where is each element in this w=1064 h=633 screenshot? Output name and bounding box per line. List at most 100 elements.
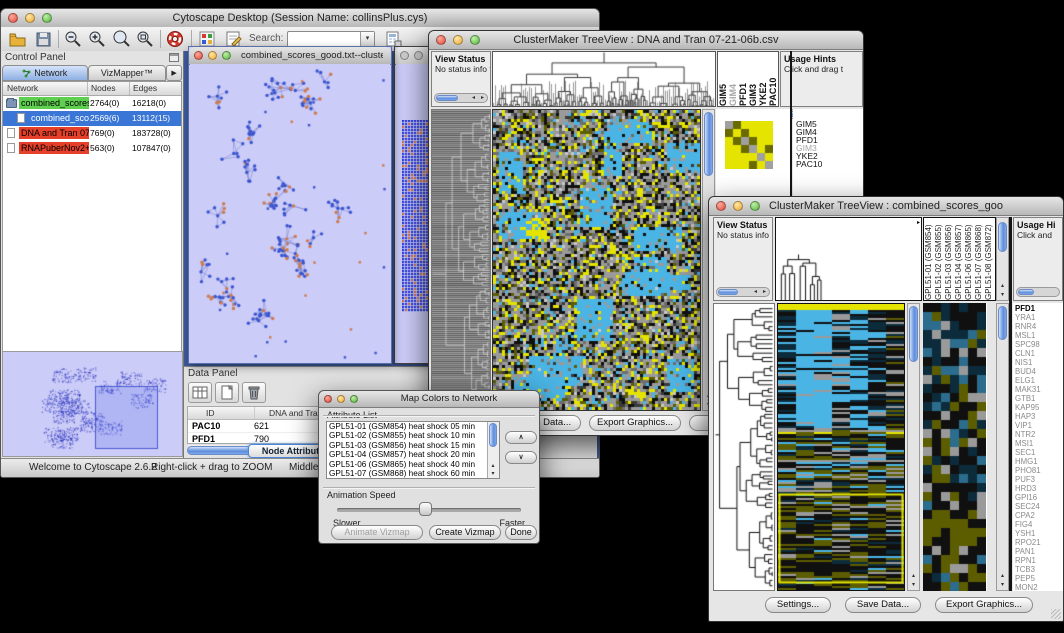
column-dendrogram-panel[interactable] [492, 51, 716, 107]
attribute-list-item[interactable]: GPL51-02 (GSM855) heat shock 10 min [327, 431, 499, 440]
scroll-left-icon[interactable] [751, 288, 760, 296]
scrollbar-thumb[interactable] [998, 306, 1007, 340]
heatmap-vscrollbar[interactable] [907, 303, 920, 591]
treeview1-button-2[interactable]: Export Graphics... [589, 415, 681, 431]
close-button[interactable] [436, 35, 446, 45]
column-labels-scrollbar[interactable] [996, 217, 1009, 301]
heatmap-panel[interactable] [777, 303, 905, 591]
create-vizmap-button[interactable]: Create Vizmap [429, 525, 501, 540]
view-status-scrollbar[interactable] [716, 287, 770, 297]
zoom-selected-button[interactable] [111, 29, 131, 49]
treeview2-button-1[interactable]: Save Data... [845, 597, 921, 613]
cytoscape-titlebar[interactable]: Cytoscape Desktop (Session Name: collins… [1, 9, 599, 28]
move-down-button[interactable]: ∨ [505, 451, 537, 464]
zoomed-heatmap-panel[interactable] [923, 303, 987, 591]
treeview2-button-2[interactable]: Export Graphics... [935, 597, 1033, 613]
help-button[interactable] [165, 29, 185, 49]
network-tree-row[interactable]: RNAPuberNov2+563(0)107847(0) [3, 141, 181, 156]
close-button[interactable] [194, 51, 203, 60]
minimize-button[interactable] [733, 201, 743, 211]
birdseye-view[interactable] [2, 351, 183, 457]
zoom-button[interactable] [350, 395, 358, 403]
zoom-button[interactable] [470, 35, 480, 45]
scroll-down-icon[interactable] [997, 581, 1008, 590]
minimize-button[interactable] [453, 35, 463, 45]
resize-grip[interactable] [1051, 609, 1061, 619]
scroll-down-icon[interactable] [997, 291, 1008, 300]
map-colors-titlebar[interactable]: Map Colors to Network [319, 391, 539, 408]
save-button[interactable] [33, 29, 53, 49]
usage-hints-scrollbar[interactable] [1016, 287, 1060, 297]
zoom-in-button[interactable] [87, 29, 107, 49]
network-canvas[interactable] [190, 64, 390, 362]
scrollbar-thumb[interactable] [909, 306, 918, 362]
heatmap-panel[interactable] [492, 109, 701, 411]
done-button[interactable]: Done [505, 525, 537, 540]
zoom-button[interactable] [750, 201, 760, 211]
minimize-button[interactable] [414, 51, 423, 60]
scroll-down-icon[interactable] [488, 470, 498, 478]
heatmap-canvas[interactable] [493, 110, 700, 410]
row-dendrogram-panel[interactable] [713, 303, 775, 591]
scrollbar-thumb[interactable] [718, 289, 738, 295]
animate-vizmap-button[interactable]: Animate Vizmap [331, 525, 423, 540]
scrollbar-thumb[interactable] [704, 112, 713, 176]
new-attribute-button[interactable] [215, 382, 239, 403]
treeview2-button-0[interactable]: Settings... [765, 597, 831, 613]
zoom-button[interactable] [42, 13, 52, 23]
zoom-button[interactable] [222, 51, 231, 60]
network-tree-row[interactable]: combined_scores2764(0)16218(0) [3, 96, 181, 111]
close-button[interactable] [400, 51, 409, 60]
row-dendrogram-canvas[interactable] [714, 304, 774, 590]
tab-overflow-button[interactable] [166, 65, 182, 81]
table-mode-button[interactable] [188, 382, 212, 403]
attribute-list-scrollbar[interactable] [487, 422, 499, 478]
minimize-button[interactable] [25, 13, 35, 23]
scrollbar-thumb[interactable] [1018, 289, 1034, 295]
attribute-list-item[interactable]: GPL51-07 (GSM868) heat shock 60 min [327, 469, 499, 478]
column-dendrogram-canvas[interactable] [776, 218, 921, 300]
move-up-button[interactable]: ∧ [505, 431, 537, 444]
scroll-down-icon[interactable] [908, 581, 919, 590]
combo-arrow-icon[interactable] [360, 32, 374, 47]
birdseye-canvas[interactable] [3, 352, 182, 456]
row-dendrogram-canvas[interactable] [432, 110, 490, 410]
network-canvas-area[interactable] [190, 64, 390, 362]
treeview1-titlebar[interactable]: ClusterMaker TreeView : DNA and Tran 07-… [429, 31, 863, 50]
scroll-up-icon[interactable] [488, 462, 498, 470]
delete-attribute-button[interactable] [242, 382, 266, 403]
network-window-titlebar[interactable]: combined_scores_good.txt--cluste... [189, 47, 391, 65]
scroll-right-icon[interactable] [917, 219, 920, 226]
scrollbar-thumb[interactable] [436, 95, 458, 101]
treeview2-titlebar[interactable]: ClusterMaker TreeView : combined_scores_… [709, 197, 1063, 216]
zoom-fit-button[interactable] [135, 29, 155, 49]
network-tree-row[interactable]: DNA and Tran 07769(0)183728(0) [3, 126, 181, 141]
attribute-list[interactable]: GPL51-01 (GSM854) heat shock 05 minGPL51… [326, 421, 500, 479]
column-dendrogram-panel[interactable] [775, 217, 922, 301]
scroll-right-icon[interactable] [478, 94, 487, 102]
float-panel-icon[interactable] [169, 53, 179, 62]
minimize-button[interactable] [208, 51, 217, 60]
close-button[interactable] [324, 395, 332, 403]
attribute-list-item[interactable]: GPL51-06 (GSM865) heat shock 40 min [327, 460, 499, 469]
speed-slider-thumb[interactable] [419, 502, 432, 516]
view-status-scrollbar[interactable] [434, 93, 488, 103]
scrollbar-thumb[interactable] [998, 222, 1007, 252]
close-button[interactable] [716, 201, 726, 211]
scroll-up-icon[interactable] [908, 572, 919, 581]
heatmap-canvas[interactable] [778, 304, 904, 590]
scrollbar-thumb[interactable] [489, 423, 497, 447]
zoomed-heatmap-canvas[interactable] [923, 303, 986, 591]
minimize-button[interactable] [337, 395, 345, 403]
row-dendrogram-panel[interactable] [431, 109, 491, 411]
attribute-list-item[interactable]: GPL51-04 (GSM857) heat shock 20 min [327, 450, 499, 459]
zoomed-scrollbar[interactable] [996, 303, 1009, 591]
scroll-up-icon[interactable] [997, 572, 1008, 581]
scroll-right-icon[interactable] [760, 288, 769, 296]
close-button[interactable] [8, 13, 18, 23]
zoom-out-button[interactable] [63, 29, 83, 49]
tab-vizmapper[interactable]: VizMapper™ [88, 65, 167, 81]
column-dendrogram-canvas[interactable] [493, 52, 715, 106]
scroll-left-icon[interactable] [469, 94, 478, 102]
network-tree-row[interactable]: combined_sco2569(6)13112(15) [3, 111, 181, 126]
